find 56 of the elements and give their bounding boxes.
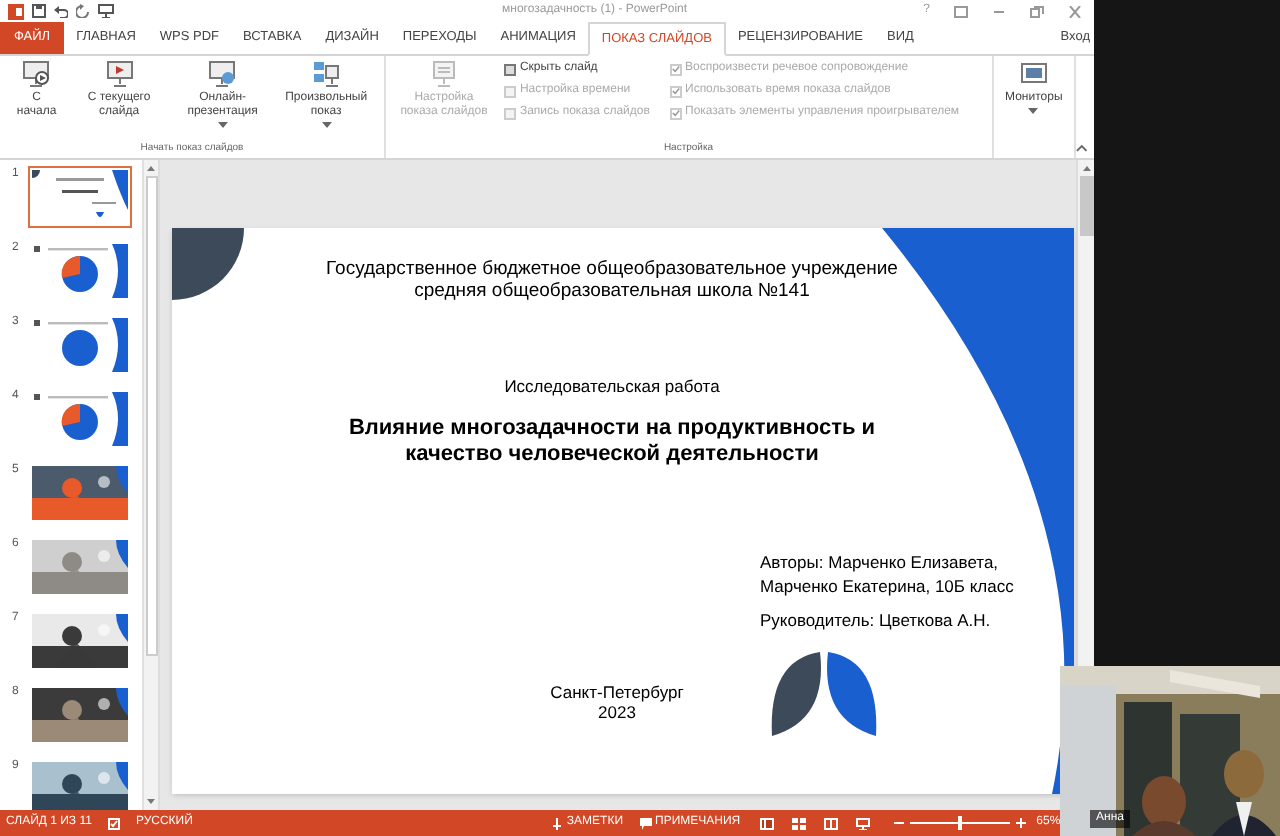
undo-icon[interactable]: [54, 4, 68, 18]
scroll-down-icon[interactable]: [146, 798, 156, 806]
slide-sorter-icon[interactable]: [792, 817, 807, 829]
scroll-up-icon[interactable]: [1081, 164, 1091, 172]
notes-icon: [552, 817, 563, 829]
close-icon[interactable]: [1068, 5, 1082, 17]
slide-thumbnail[interactable]: [28, 166, 132, 228]
slideshow-icon[interactable]: [98, 4, 114, 18]
zoom-in-icon[interactable]: [1016, 818, 1027, 828]
ribbon-display-icon[interactable]: [954, 5, 968, 17]
slide-preview: [32, 244, 128, 298]
authors-text: Авторы: Марченко Елизавета, Марченко Екатерина, 10Б класс: [760, 550, 1016, 598]
restore-icon[interactable]: [1030, 5, 1044, 17]
slide-thumbnail[interactable]: [28, 536, 132, 598]
zoom-slider-thumb[interactable]: [958, 816, 963, 830]
slide-thumbnail[interactable]: [28, 758, 132, 810]
slide-preview: [32, 392, 128, 446]
slideshow-icon[interactable]: [856, 817, 871, 829]
check-icon: [671, 108, 679, 118]
scroll-up-icon[interactable]: [146, 164, 156, 172]
reading-view-icon[interactable]: [824, 817, 839, 829]
checkbox[interactable]: [669, 107, 681, 119]
projector-icon: [105, 60, 134, 88]
city-text: Санкт-Петербург: [548, 682, 686, 702]
checkbox[interactable]: [669, 63, 681, 75]
slides-screen-icon: [312, 60, 341, 88]
leaf-shapes-drawing: [768, 648, 880, 740]
slide-preview: [32, 318, 128, 372]
slide-heading: Влияние многозадачности на продуктивность и качество человеческой деятельности: [346, 416, 878, 468]
work-type: Исследовательская работа: [502, 374, 722, 400]
supervisor-text: Руководитель: Цветкова А.Н.: [760, 608, 993, 634]
slide-thumbnail[interactable]: [28, 684, 132, 746]
projector-play-icon: [22, 60, 51, 88]
monitor-icon: [1019, 60, 1048, 88]
projector-globe-icon: [208, 60, 237, 88]
zoom-out-icon[interactable]: [894, 818, 905, 828]
projector-settings-icon: [429, 60, 458, 88]
scrollbar-thumb[interactable]: [145, 176, 157, 656]
school-name: Государственное бюджетное общеобразовательное учреждение средняя общеобразовательная школа №141: [324, 258, 900, 302]
comment-icon: [639, 817, 652, 829]
check-icon: [671, 64, 679, 74]
slide-thumbnail[interactable]: [28, 388, 132, 450]
redo-icon[interactable]: [76, 4, 90, 18]
normal-view-icon[interactable]: [760, 817, 775, 829]
slide-thumbnail[interactable]: [28, 610, 132, 672]
spellcheck-icon[interactable]: [107, 817, 120, 829]
collapse-ribbon-icon[interactable]: [1076, 144, 1088, 152]
check-icon: [671, 86, 679, 96]
save-icon[interactable]: [32, 4, 46, 18]
minimize-icon[interactable]: [992, 5, 1006, 17]
scrollbar-thumb[interactable]: [1079, 176, 1093, 236]
slide-thumbnail[interactable]: [28, 240, 132, 302]
slide-thumbnail[interactable]: [28, 314, 132, 376]
checkbox[interactable]: [669, 85, 681, 97]
year-text: 2023: [596, 702, 638, 722]
slide-thumbnail[interactable]: [28, 462, 132, 524]
